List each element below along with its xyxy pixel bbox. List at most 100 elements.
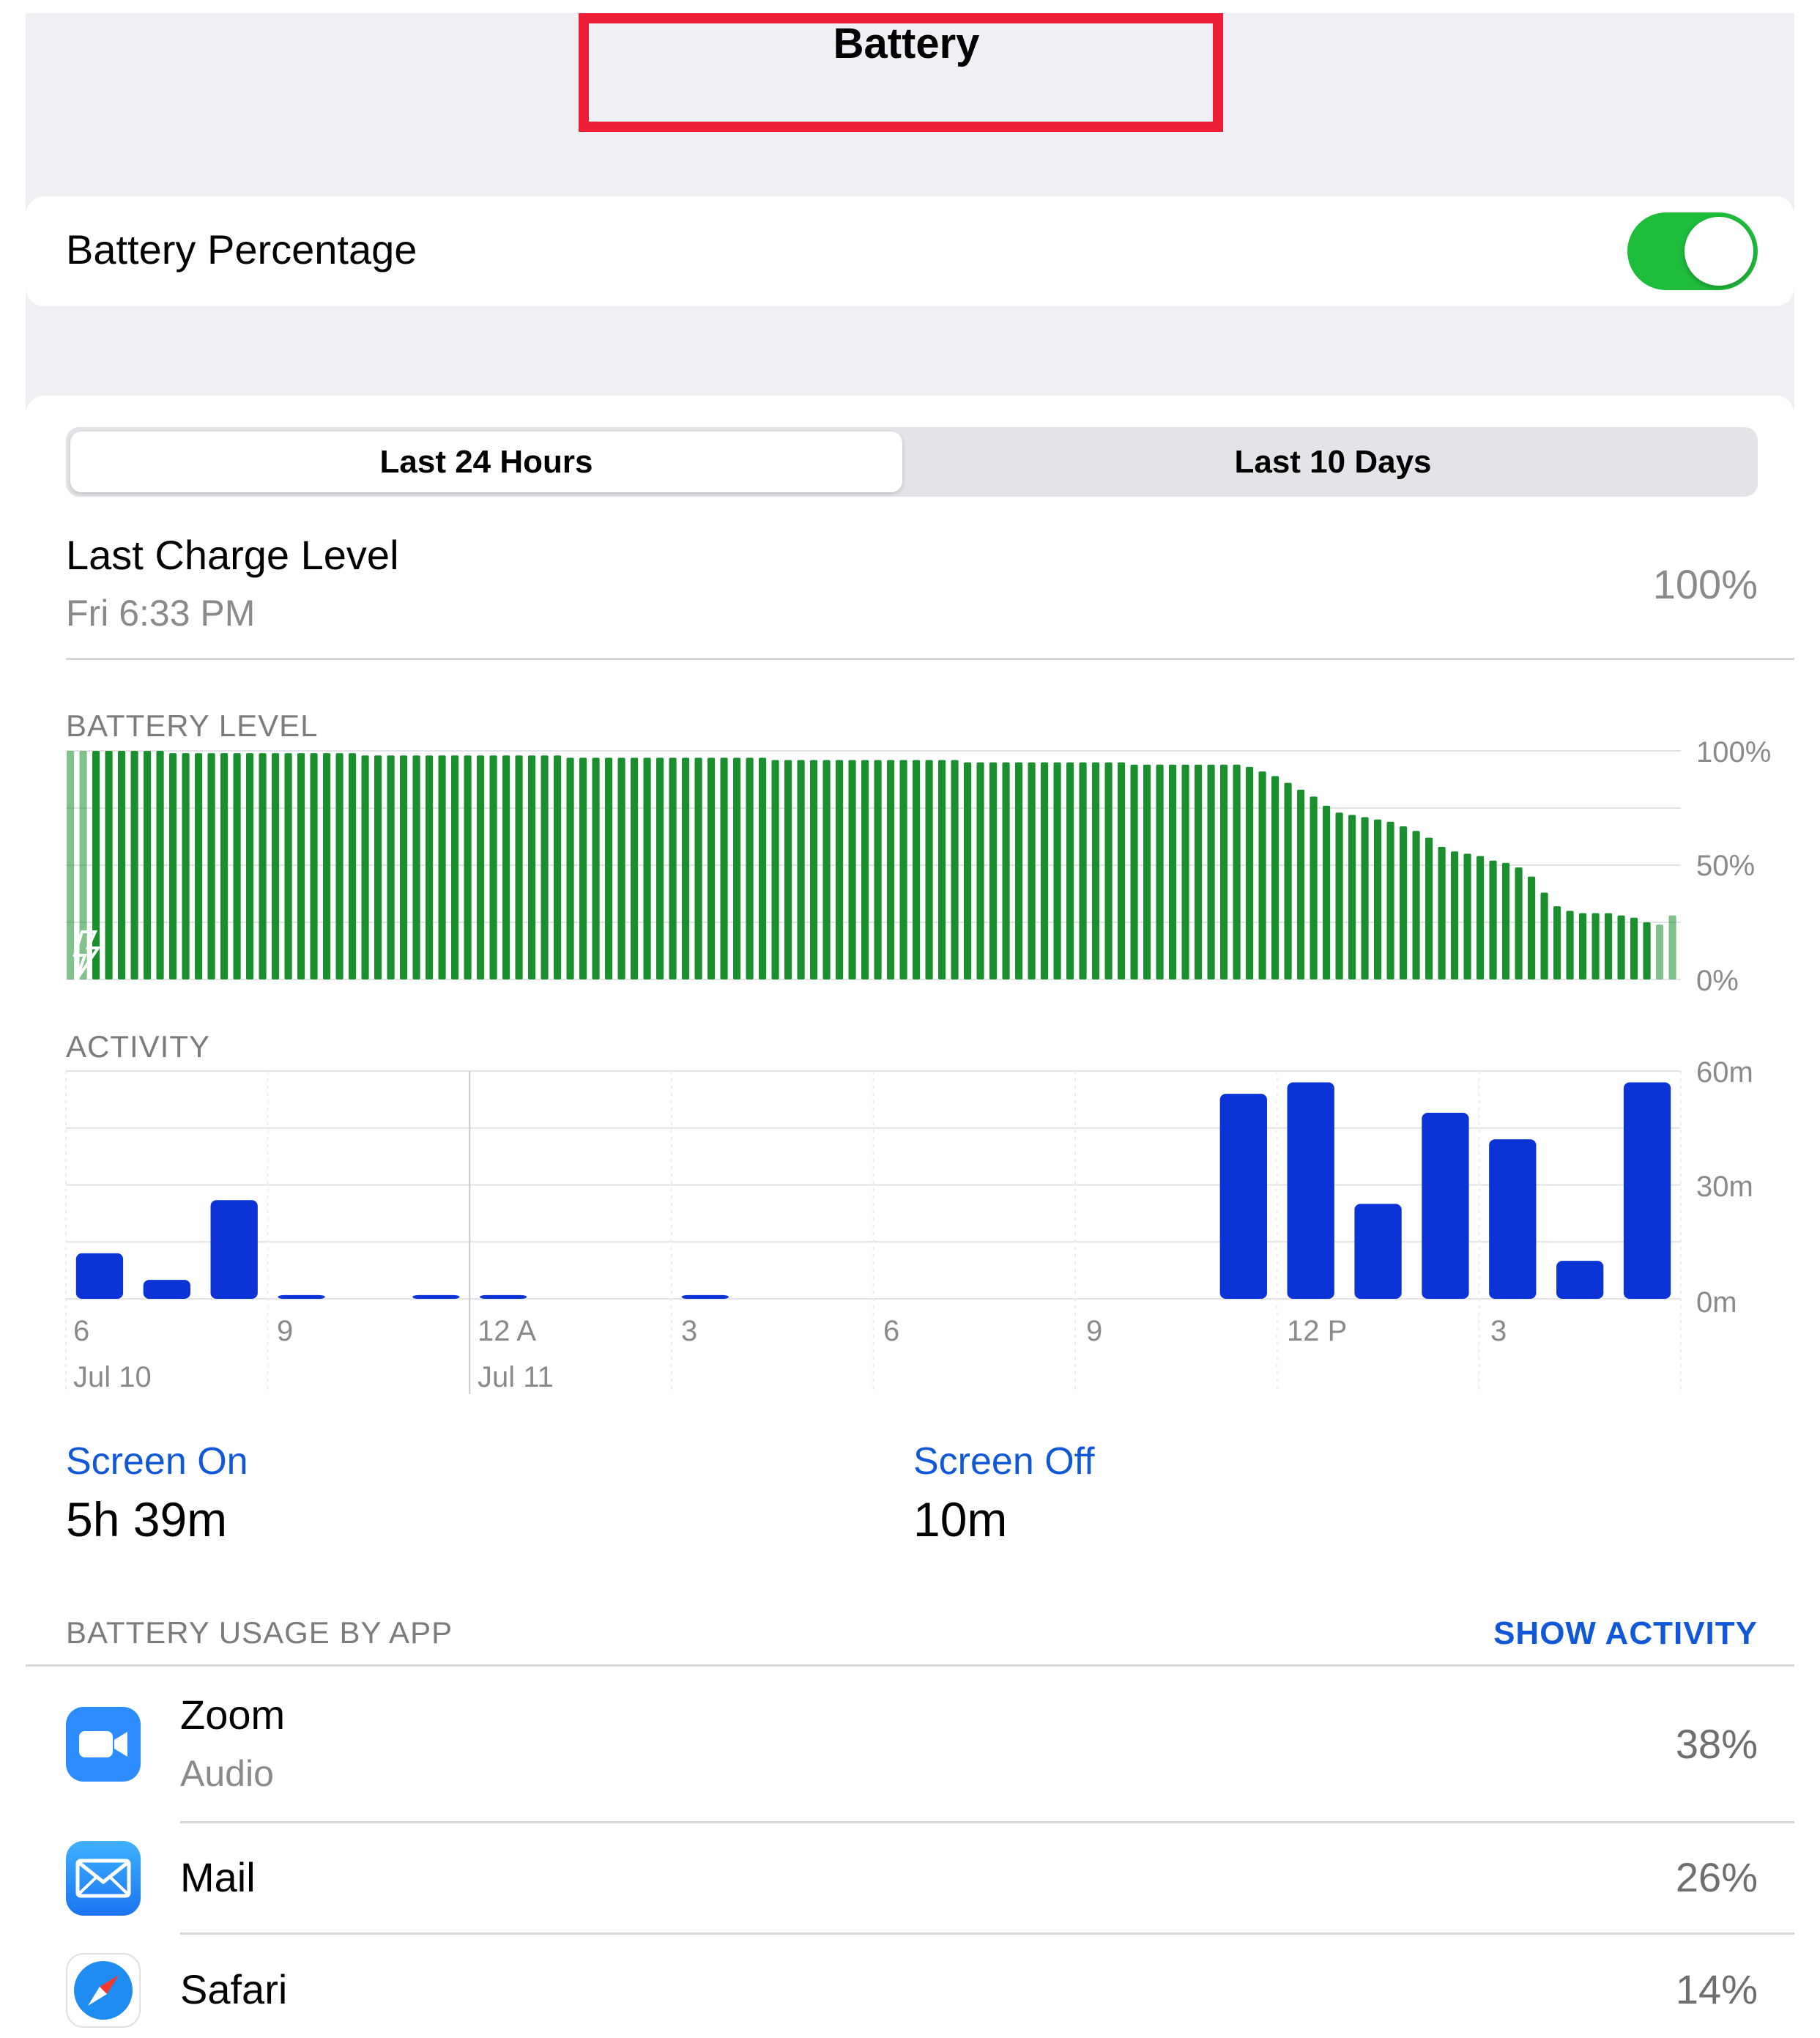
battery-bar <box>1284 782 1292 979</box>
battery-bar <box>1617 915 1625 979</box>
battery-bar <box>1528 876 1536 979</box>
battery-bar <box>118 751 126 979</box>
battery-bar <box>361 755 369 979</box>
battery-bar <box>759 757 767 979</box>
screen-on-label: Screen On <box>66 1440 248 1483</box>
activity-bar <box>75 1253 124 1299</box>
activity-bar <box>1354 1204 1402 1299</box>
battery-bar <box>426 755 434 979</box>
battery-bar <box>746 757 754 979</box>
battery-bar <box>246 753 254 979</box>
battery-bar <box>848 760 856 979</box>
battery-bar <box>502 755 510 979</box>
battery-bar <box>1502 862 1510 979</box>
battery-bar <box>451 755 459 979</box>
battery-bar <box>694 757 702 979</box>
battery-bar <box>1412 831 1420 979</box>
battery-bar <box>1438 847 1446 979</box>
activity-x-tick: 6 <box>883 1315 900 1347</box>
battery-settings-screen: Battery Battery Percentage Last 24 Hours… <box>0 0 1820 2038</box>
battery-bar <box>1169 764 1177 979</box>
battery-bar <box>592 757 600 979</box>
battery-bar <box>964 762 972 979</box>
battery-bar <box>1605 913 1613 979</box>
battery-bar <box>130 751 138 979</box>
battery-bar <box>822 760 831 979</box>
activity-y-tick: 30m <box>1696 1171 1753 1203</box>
battery-bar <box>579 757 587 979</box>
battery-bar <box>1553 906 1561 979</box>
battery-bar <box>92 751 100 979</box>
activity-bar <box>143 1280 190 1299</box>
battery-bar <box>784 760 792 979</box>
battery-bar <box>554 755 562 979</box>
battery-bar <box>605 757 613 979</box>
battery-bar <box>259 753 267 979</box>
battery-bar <box>631 757 639 979</box>
battery-bar <box>1015 762 1023 979</box>
battery-bar <box>1130 764 1138 979</box>
battery-bar <box>989 762 998 979</box>
battery-bar <box>1656 924 1664 979</box>
activity-bar <box>1556 1261 1604 1299</box>
battery-bar <box>387 755 395 979</box>
activity-bar <box>210 1200 258 1299</box>
battery-bar <box>464 755 472 979</box>
battery-bar <box>1092 762 1100 979</box>
battery-bar <box>1477 856 1485 979</box>
safari-icon <box>66 1953 141 2028</box>
battery-bar <box>1386 821 1394 979</box>
battery-bar <box>144 751 152 979</box>
battery-bar <box>1246 766 1254 979</box>
safari-compass-glyph <box>74 1961 133 2020</box>
battery-bar <box>1489 860 1497 979</box>
battery-bar <box>182 753 190 979</box>
battery-bar <box>374 755 382 979</box>
battery-bar <box>1400 826 1408 979</box>
battery-bar <box>797 760 805 979</box>
battery-bar <box>976 762 984 979</box>
battery-bar <box>1195 764 1203 979</box>
battery-bar <box>771 760 779 979</box>
mail-icon <box>66 1841 141 1916</box>
battery-bar <box>899 760 907 979</box>
battery-bar <box>951 760 959 979</box>
zoom-icon <box>66 1707 141 1782</box>
battery-bar <box>1181 764 1189 979</box>
battery-bar <box>1348 815 1356 979</box>
activity-x-tick: 12 P <box>1287 1315 1348 1347</box>
battery-bar <box>707 757 716 979</box>
activity-x-tick: 3 <box>1490 1315 1507 1347</box>
battery-bar <box>1310 796 1318 979</box>
battery-bar <box>1425 837 1433 979</box>
battery-bar <box>335 753 343 979</box>
app-subtitle: Audio <box>180 1753 274 1794</box>
battery-bar <box>477 755 485 979</box>
activity-bar <box>681 1294 729 1299</box>
activity-x-tick: 3 <box>681 1315 698 1347</box>
battery-bar <box>1630 917 1638 979</box>
battery-bar <box>1297 790 1305 979</box>
battery-bar <box>515 755 523 979</box>
app-name: Mail <box>180 1854 256 1900</box>
activity-y-tick: 60m <box>1696 1056 1753 1089</box>
battery-bar <box>79 751 87 979</box>
activity-bar <box>1422 1113 1469 1299</box>
battery-bar <box>349 753 357 979</box>
battery-bar <box>669 757 677 979</box>
battery-bar <box>195 753 203 979</box>
screen-off-label: Screen Off <box>913 1440 1095 1483</box>
battery-bar <box>836 760 844 979</box>
usage-heading: BATTERY USAGE BY APP <box>66 1615 453 1650</box>
activity-heading: ACTIVITY <box>66 1029 211 1064</box>
activity-x-tick: 9 <box>277 1315 294 1347</box>
battery-bar <box>1323 805 1331 979</box>
battery-bar <box>643 757 651 979</box>
activity-date-label: Jul 10 <box>73 1361 152 1393</box>
battery-bar <box>861 760 869 979</box>
divider <box>180 1821 1794 1823</box>
show-activity-button[interactable]: SHOW ACTIVITY <box>1493 1615 1758 1652</box>
battery-bar <box>541 755 549 979</box>
battery-bar <box>682 757 690 979</box>
battery-bar <box>105 751 113 979</box>
